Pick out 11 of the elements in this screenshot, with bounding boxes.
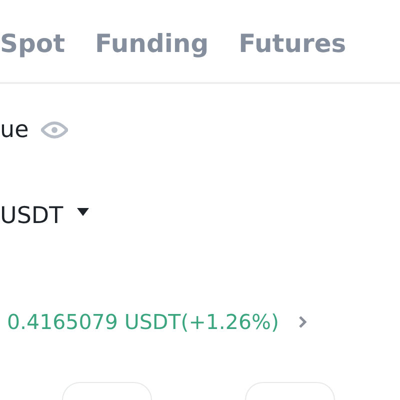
chevron-icon[interactable]	[299, 316, 307, 328]
balance-label: ue	[0, 118, 29, 142]
tab[interactable]: Funding	[95, 24, 209, 82]
tab[interactable]: Spot	[0, 24, 66, 82]
currency-label[interactable]: USDT	[0, 204, 64, 228]
eye-icon[interactable]	[40, 120, 68, 140]
tab[interactable]: Futures	[238, 24, 346, 82]
pnl-text[interactable]: 0.4165079 USDT(+1.26%)	[7, 312, 279, 332]
action-button[interactable]	[245, 382, 335, 400]
caret-icon[interactable]	[77, 208, 90, 216]
action-button[interactable]	[62, 382, 152, 400]
